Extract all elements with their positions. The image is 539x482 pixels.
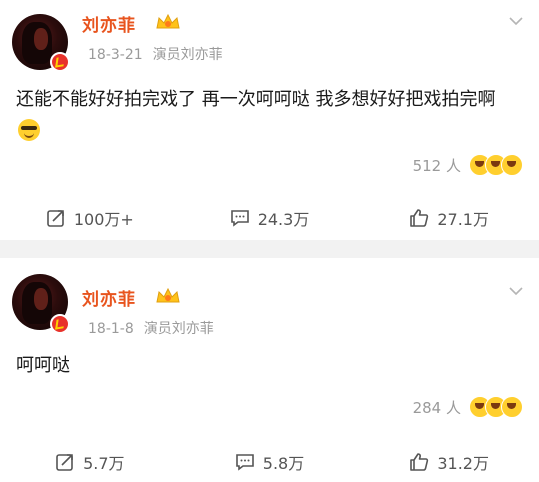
post-text-content: 呵呵哒 bbox=[16, 355, 70, 376]
comment-icon bbox=[235, 454, 254, 471]
verified-badge-icon bbox=[50, 314, 70, 334]
action-bar: 100万+ 24.3万 27.1万 bbox=[0, 198, 539, 238]
action-bar: 5.7万 5.8万 31.2万 bbox=[0, 442, 539, 482]
comment-button[interactable]: 5.8万 bbox=[180, 450, 360, 474]
reaction-count: 284 人 bbox=[412, 398, 461, 417]
post-date: 18-1-8 bbox=[88, 321, 134, 337]
sunglasses-emoji-icon bbox=[18, 119, 40, 141]
reaction-emoji-icon bbox=[469, 396, 523, 418]
author-name[interactable]: 刘亦菲 bbox=[82, 11, 136, 36]
repost-button[interactable]: 100万+ bbox=[0, 206, 180, 230]
reaction-count: 512 人 bbox=[412, 156, 461, 175]
like-button[interactable]: 31.2万 bbox=[359, 450, 539, 474]
like-button[interactable]: 27.1万 bbox=[359, 206, 539, 230]
reactions[interactable]: 512 人 bbox=[413, 154, 523, 176]
weibo-post: 刘亦菲 18-1-8 演员刘亦菲 呵呵哒 284 人 5.7万 5.8万 31.… bbox=[0, 258, 539, 473]
like-count: 31.2万 bbox=[437, 454, 489, 473]
verified-badge-icon bbox=[50, 52, 70, 72]
post-text-content: 还能不能好好拍完戏了 再一次呵呵哒 我多想好好把戏拍完啊 bbox=[16, 89, 496, 110]
reactions[interactable]: 284 人 bbox=[413, 396, 523, 418]
repost-button[interactable]: 5.7万 bbox=[0, 450, 180, 474]
post-text[interactable]: 还能不能好好拍完戏了 再一次呵呵哒 我多想好好把戏拍完啊 bbox=[16, 84, 515, 148]
post-source: 演员刘亦菲 bbox=[143, 321, 214, 337]
like-icon bbox=[410, 209, 429, 227]
repost-icon bbox=[56, 454, 73, 471]
author-name[interactable]: 刘亦菲 bbox=[82, 285, 136, 310]
post-meta: 18-3-21 演员刘亦菲 bbox=[88, 44, 233, 64]
crown-icon bbox=[156, 287, 180, 303]
like-icon bbox=[410, 453, 429, 471]
post-meta: 18-1-8 演员刘亦菲 bbox=[88, 318, 224, 338]
weibo-post: 刘亦菲 18-3-21 演员刘亦菲 还能不能好好拍完戏了 再一次呵呵哒 我多想好好… bbox=[0, 0, 539, 240]
chevron-down-icon[interactable] bbox=[509, 14, 523, 28]
repost-count: 100万+ bbox=[73, 210, 134, 229]
repost-icon bbox=[47, 210, 64, 227]
post-text[interactable]: 呵呵哒 bbox=[16, 350, 515, 382]
chevron-down-icon[interactable] bbox=[509, 284, 523, 298]
comment-count: 5.8万 bbox=[262, 454, 305, 473]
post-separator bbox=[0, 240, 539, 258]
comment-icon bbox=[230, 210, 249, 227]
post-date: 18-3-21 bbox=[88, 47, 143, 63]
reaction-emoji-icon bbox=[469, 154, 523, 176]
post-source: 演员刘亦菲 bbox=[152, 47, 223, 63]
crown-icon bbox=[156, 13, 180, 29]
comment-count: 24.3万 bbox=[257, 210, 310, 229]
repost-count: 5.7万 bbox=[83, 454, 125, 473]
like-count: 27.1万 bbox=[437, 210, 489, 229]
comment-button[interactable]: 24.3万 bbox=[180, 206, 360, 230]
